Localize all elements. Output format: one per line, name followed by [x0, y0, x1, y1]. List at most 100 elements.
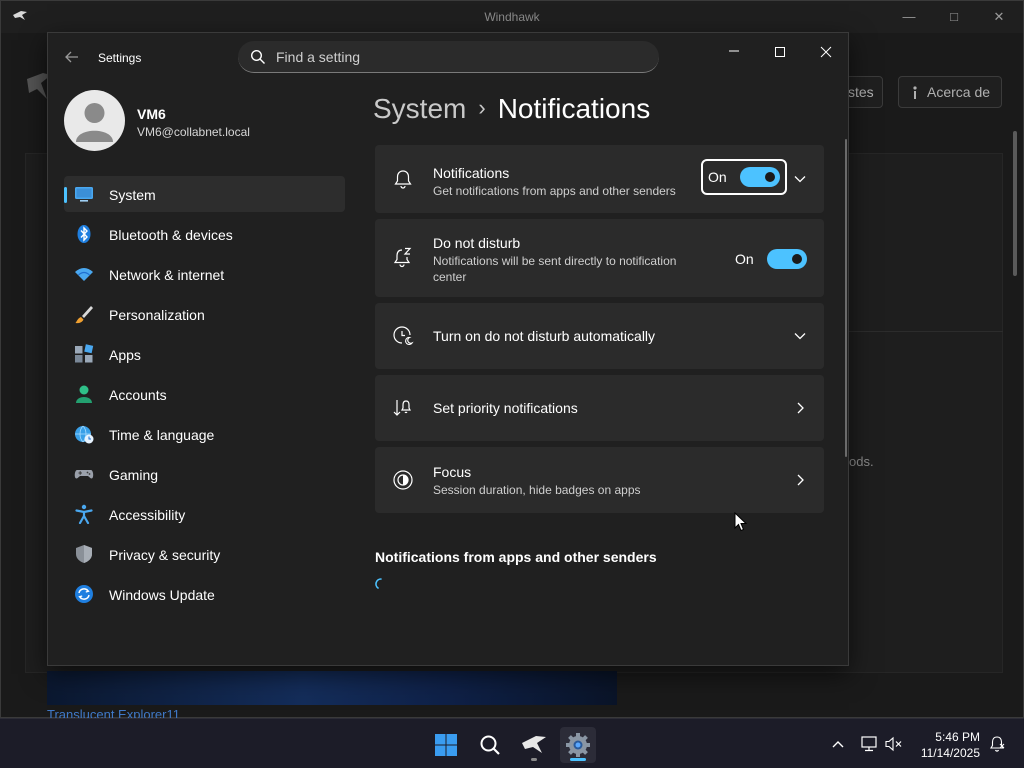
sidebar-item-label: Apps	[109, 347, 141, 363]
close-icon[interactable]: ✕	[989, 7, 1009, 27]
sidebar-nav: System Bluetooth & devices Network & int…	[64, 176, 345, 616]
mod-thumbnail	[47, 671, 617, 705]
person-icon	[76, 385, 92, 403]
sidebar-item-bluetooth[interactable]: Bluetooth & devices	[64, 216, 345, 252]
maximize-icon[interactable]	[767, 41, 793, 63]
update-icon	[75, 585, 93, 603]
notifications-toggle-label: On	[708, 169, 727, 185]
taskbar: 5:46 PM 11/14/2025	[0, 718, 1024, 768]
page-title: Notifications	[497, 93, 651, 124]
apps-icon	[75, 344, 94, 363]
windhawk-nav-button-label: stes	[848, 84, 874, 100]
taskbar-active-indicator	[570, 758, 586, 761]
focus-card[interactable]: Focus Session duration, hide badges on a…	[375, 447, 824, 513]
taskbar-search-button[interactable]	[472, 727, 508, 763]
volume-muted-icon[interactable]	[885, 736, 903, 752]
chevron-right-icon[interactable]	[792, 472, 808, 488]
search-input[interactable]	[276, 47, 646, 67]
sidebar-item-label: Bluetooth & devices	[109, 227, 233, 243]
do-not-disturb-desc: Notifications will be sent directly to n…	[433, 254, 677, 284]
sidebar-item-time-language[interactable]: Time & language	[64, 416, 345, 452]
about-button-label: Acerca de	[927, 84, 991, 100]
notifications-card[interactable]: Notifications Get notifications from app…	[375, 145, 824, 213]
do-not-disturb-toggle[interactable]	[767, 249, 807, 269]
taskbar-windhawk-button[interactable]	[516, 727, 552, 763]
auto-dnd-title: Turn on do not disturb automatically	[433, 328, 656, 344]
windows-start-icon	[435, 734, 457, 756]
sidebar-item-apps[interactable]: Apps	[64, 336, 345, 372]
content-scrollbar[interactable]	[845, 139, 847, 457]
sidebar-item-personalization[interactable]: Personalization	[64, 296, 345, 332]
notification-bell-icon[interactable]	[988, 735, 1006, 753]
notifications-toggle[interactable]	[740, 167, 780, 187]
priority-sort-icon	[393, 400, 411, 416]
user-email: VM6@collabnet.local	[137, 125, 250, 139]
sidebar-item-label: Gaming	[109, 467, 159, 483]
close-icon[interactable]	[813, 41, 839, 63]
breadcrumb: System › Notifications	[373, 93, 650, 125]
focus-title: Focus	[433, 464, 472, 480]
windhawk-titlebar: Windhawk — □ ✕	[1, 1, 1023, 33]
minimize-icon[interactable]	[721, 41, 747, 63]
do-not-disturb-title: Do not disturb	[433, 235, 521, 251]
info-icon	[913, 86, 917, 99]
taskbar-running-indicator	[531, 758, 537, 761]
sidebar-item-windows-update[interactable]: Windows Update	[64, 576, 345, 612]
sidebar-item-system[interactable]: System	[64, 176, 345, 212]
globe-clock-icon	[75, 425, 94, 444]
sidebar-item-label: Accessibility	[109, 507, 186, 523]
chevron-right-icon[interactable]	[792, 400, 808, 416]
windhawk-partial-text: ods.	[849, 454, 874, 469]
bell-icon	[394, 170, 412, 189]
clock-date[interactable]: 11/14/2025	[912, 746, 980, 760]
sidebar-item-accounts[interactable]: Accounts	[64, 376, 345, 412]
sidebar-item-label: Privacy & security	[109, 547, 221, 563]
chevron-up-icon[interactable]	[830, 738, 846, 750]
do-not-disturb-card: Do not disturb Notifications will be sen…	[375, 219, 824, 297]
sidebar-item-label: Personalization	[109, 307, 205, 323]
sidebar-item-label: Accounts	[109, 387, 167, 403]
windhawk-title: Windhawk	[484, 10, 540, 24]
chevron-down-icon[interactable]	[792, 171, 808, 187]
sidebar-item-gaming[interactable]: Gaming	[64, 456, 345, 492]
gamepad-icon	[74, 470, 94, 479]
notifications-toggle-focus[interactable]: On	[701, 159, 787, 195]
sidebar-item-label: Windows Update	[109, 587, 215, 603]
person-avatar-icon	[76, 103, 113, 142]
maximize-icon[interactable]: □	[944, 7, 964, 27]
avatar[interactable]	[64, 90, 125, 151]
search-icon	[480, 735, 500, 755]
do-not-disturb-toggle-label: On	[735, 251, 754, 267]
settings-app-title: Settings	[98, 51, 142, 65]
sidebar-item-privacy[interactable]: Privacy & security	[64, 536, 345, 572]
sidebar-item-network[interactable]: Network & internet	[64, 256, 345, 292]
breadcrumb-separator: ›	[478, 95, 486, 120]
focus-desc: Session duration, hide badges on apps	[433, 483, 641, 497]
wifi-icon	[75, 268, 93, 281]
clock-time[interactable]: 5:46 PM	[920, 730, 980, 744]
breadcrumb-parent[interactable]: System	[373, 93, 466, 124]
focus-icon	[393, 470, 413, 490]
priority-notifications-card[interactable]: Set priority notifications	[375, 375, 824, 441]
brush-icon	[75, 306, 93, 324]
settings-window: Settings VM6 VM6@collabnet.local System …	[47, 32, 849, 666]
windhawk-scrollbar[interactable]	[1013, 131, 1017, 276]
sidebar-item-label: System	[109, 187, 156, 203]
accessibility-icon	[75, 504, 93, 524]
chevron-down-icon[interactable]	[792, 328, 808, 344]
sidebar-item-accessibility[interactable]: Accessibility	[64, 496, 345, 532]
sidebar-item-label: Time & language	[109, 427, 215, 443]
search-box[interactable]	[238, 41, 659, 73]
network-icon[interactable]	[861, 736, 879, 752]
start-button[interactable]	[428, 727, 464, 763]
notifications-title: Notifications	[433, 165, 510, 181]
user-name: VM6	[137, 106, 166, 122]
minimize-icon[interactable]: —	[899, 7, 919, 27]
auto-dnd-card[interactable]: Turn on do not disturb automatically	[375, 303, 824, 369]
back-arrow-icon[interactable]	[62, 47, 82, 67]
about-button[interactable]: Acerca de	[898, 76, 1002, 108]
system-icon	[75, 187, 93, 202]
sidebar-item-label: Network & internet	[109, 267, 225, 283]
taskbar-settings-button[interactable]	[560, 727, 596, 763]
bluetooth-icon	[77, 225, 91, 243]
